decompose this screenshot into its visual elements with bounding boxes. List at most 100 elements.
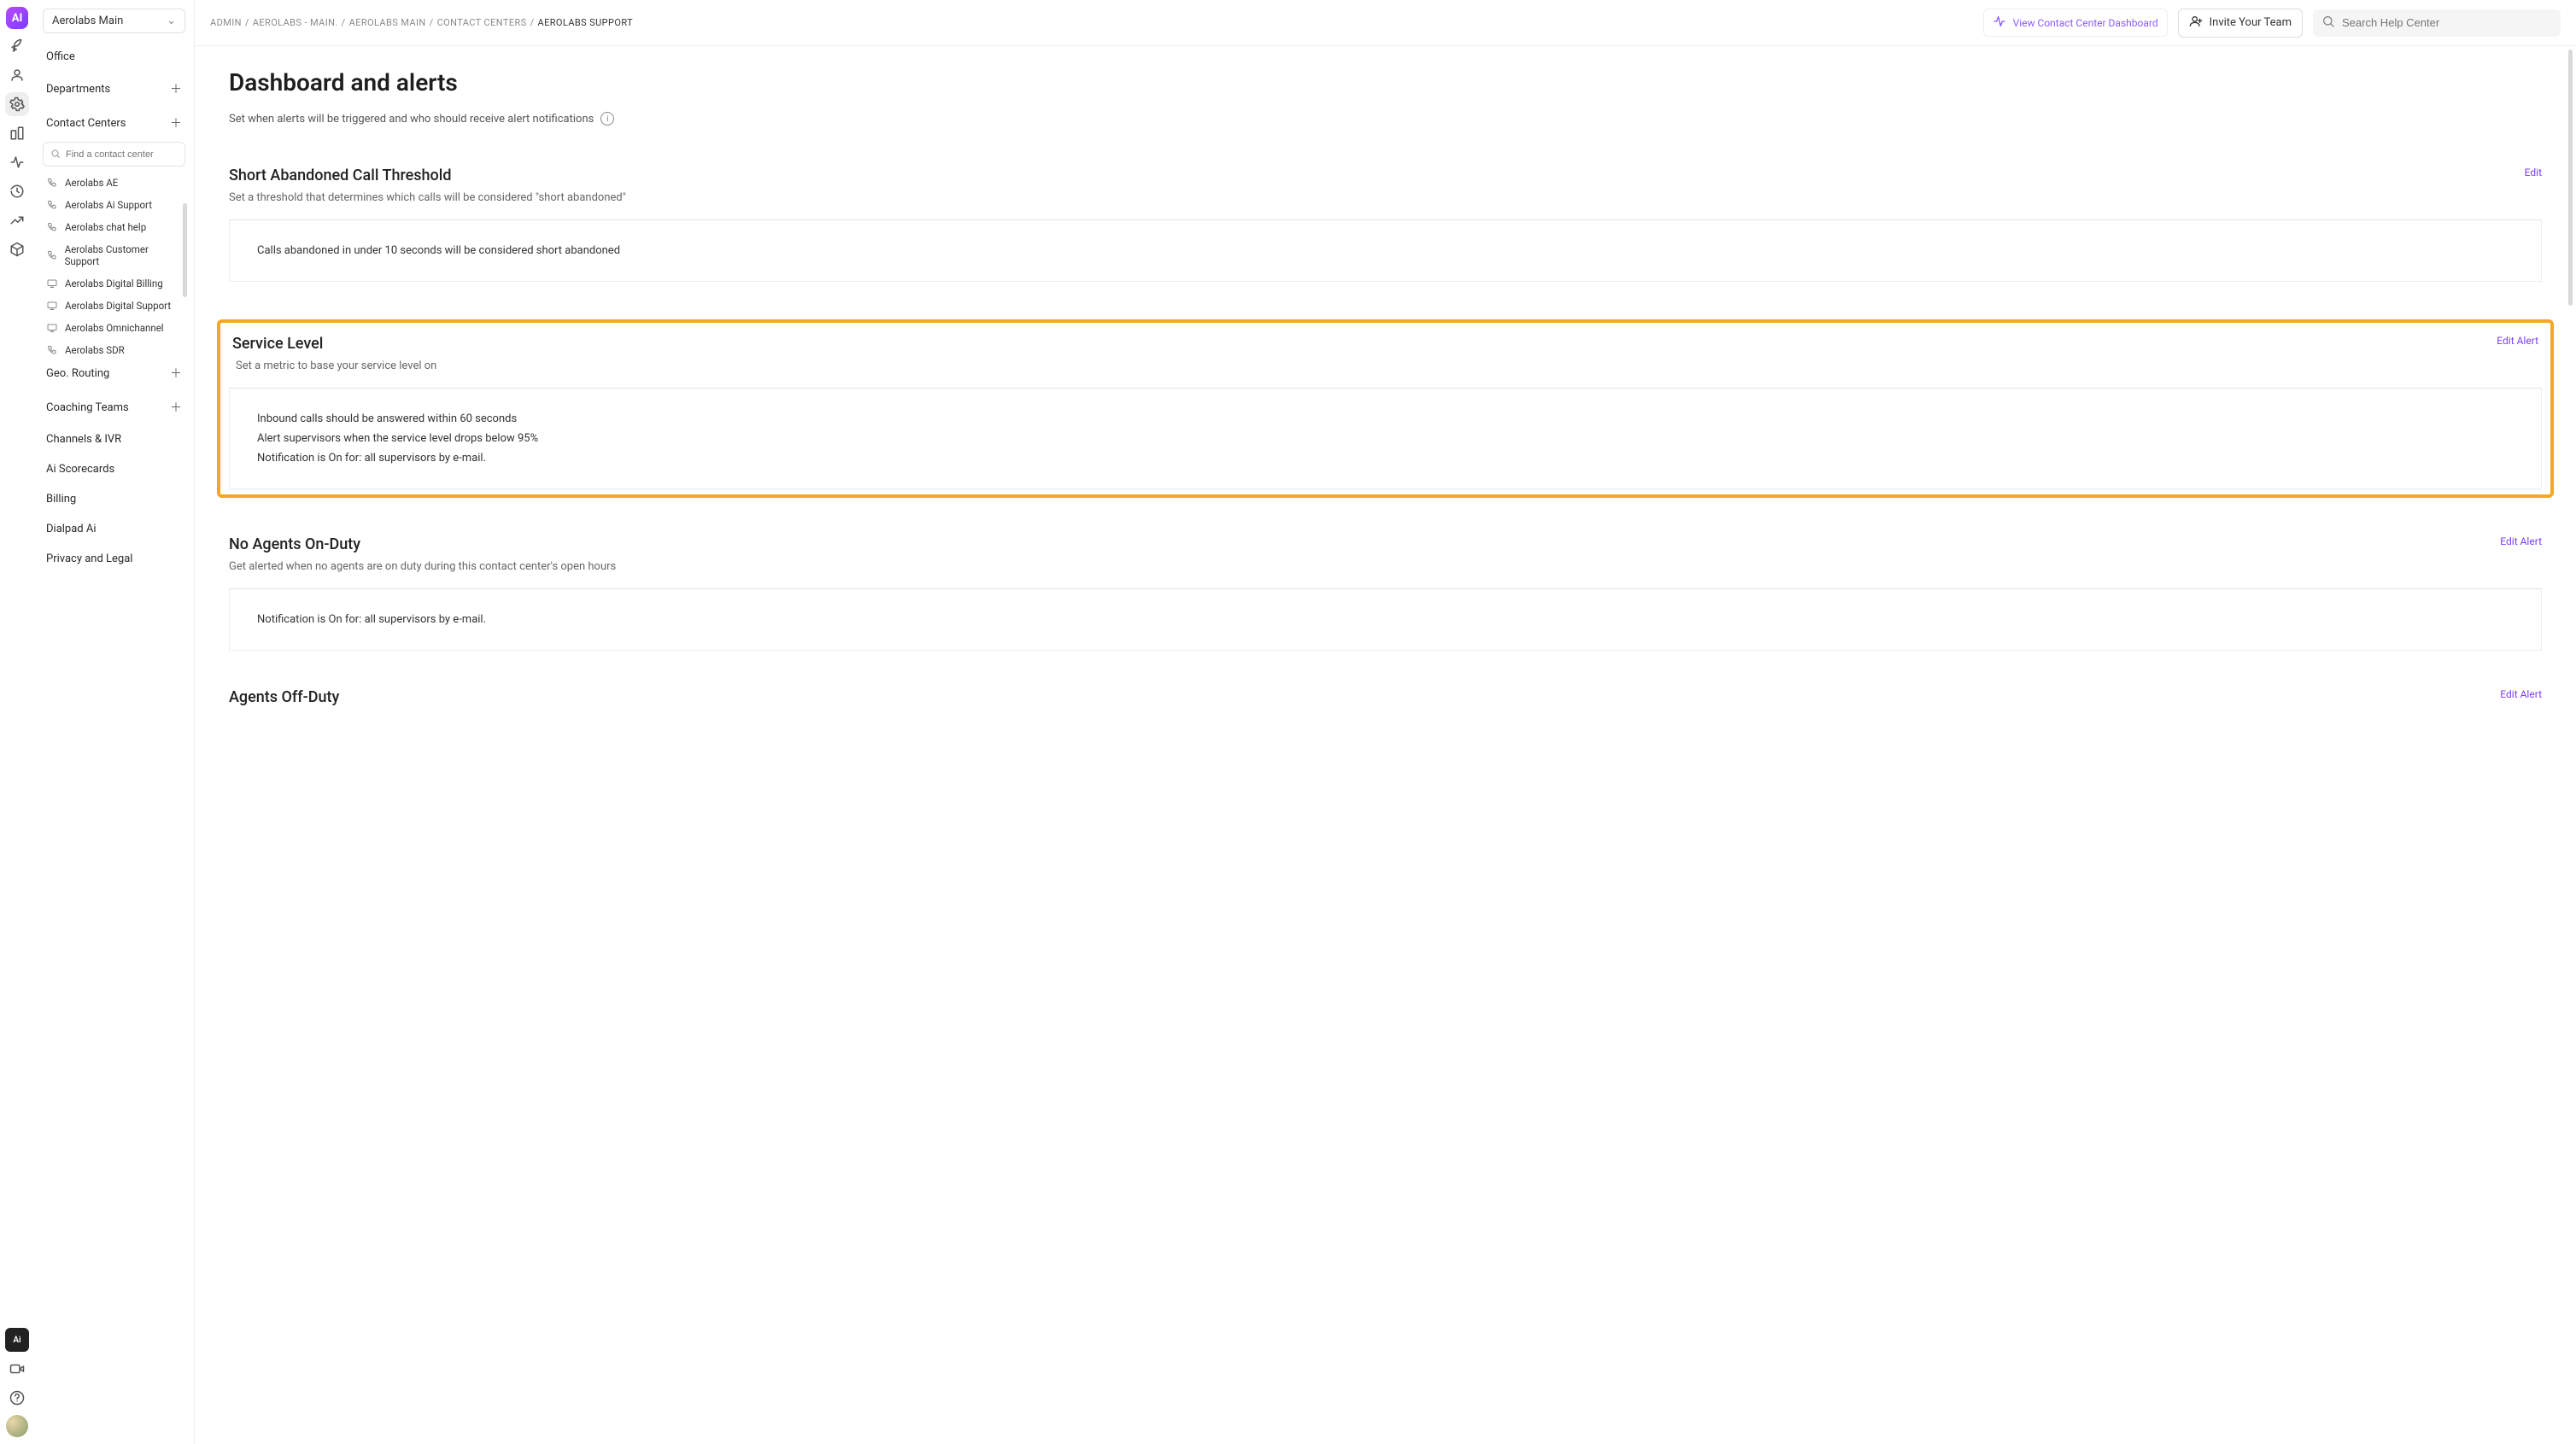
info-icon[interactable]: i: [600, 112, 614, 126]
buildings-icon[interactable]: [5, 121, 29, 145]
breadcrumb-separator: /: [430, 17, 434, 28]
monitor-icon: [46, 300, 58, 312]
ai-badge-icon[interactable]: Ai: [5, 1328, 29, 1352]
nav-channels-ivr[interactable]: Channels & IVR: [34, 424, 194, 454]
card-text: Notification is On for: all supervisors …: [257, 452, 2514, 465]
contact-center-list: Aerolabs AE Aerolabs Ai SupportAerolabs c…: [34, 170, 194, 356]
breadcrumb-segment[interactable]: ADMIN: [210, 17, 242, 28]
search-icon: [2321, 15, 2335, 32]
contact-center-item[interactable]: Aerolabs SDR: [39, 339, 189, 356]
card-text: Notification is On for: all supervisors …: [257, 613, 2514, 626]
invite-label: Invite Your Team: [2210, 16, 2292, 29]
section-desc: Set a threshold that determines which ca…: [229, 191, 626, 204]
phone-icon: [46, 249, 58, 261]
card-text: Inbound calls should be answered within …: [257, 412, 2514, 425]
section-title: No Agents On-Duty: [229, 535, 616, 553]
breadcrumb-segment[interactable]: AEROLABS - MAIN.: [253, 17, 338, 28]
help-icon[interactable]: [5, 1386, 29, 1410]
contact-center-item[interactable]: Aerolabs chat help: [39, 216, 189, 238]
contact-center-search[interactable]: [43, 142, 185, 167]
topbar: ADMIN/AEROLABS - MAIN./AEROLABS MAIN/CON…: [195, 0, 2576, 46]
monitor-icon: [46, 278, 58, 289]
sidebar: Aerolabs Main ⌄ Office Departments ＋ Con…: [34, 0, 195, 1444]
list-item-label: Aerolabs Customer Support: [65, 243, 182, 267]
contact-center-item[interactable]: Aerolabs Ai Support: [39, 194, 189, 216]
rocket-icon[interactable]: [5, 34, 29, 58]
activity-icon: [1993, 15, 2006, 31]
section-service-level: Service Level Set a metric to base your …: [217, 319, 2554, 498]
nav-label: Geo. Routing: [46, 367, 109, 380]
avatar[interactable]: [6, 1415, 28, 1437]
monitor-icon: [46, 322, 58, 334]
org-label: Aerolabs Main: [52, 15, 123, 27]
breadcrumb-separator: /: [245, 17, 249, 28]
breadcrumb-segment[interactable]: AEROLABS MAIN: [349, 17, 426, 28]
section-card: Calls abandoned in under 10 seconds will…: [229, 219, 2542, 282]
breadcrumb-separator: /: [342, 17, 346, 28]
list-item-label: Aerolabs Omnichannel: [65, 322, 164, 334]
gear-icon[interactable]: [5, 92, 29, 116]
nav-geo-routing[interactable]: Geo. Routing ＋: [34, 356, 194, 390]
nav-departments[interactable]: Departments ＋: [34, 72, 194, 106]
section-title: Short Abandoned Call Threshold: [229, 167, 626, 184]
plus-icon[interactable]: ＋: [170, 365, 182, 382]
view-dashboard-link[interactable]: View Contact Center Dashboard: [1983, 9, 2168, 37]
nav-dialpad-ai[interactable]: Dialpad Ai: [34, 514, 194, 544]
help-search-input[interactable]: [2342, 16, 2552, 29]
nav-billing[interactable]: Billing: [34, 484, 194, 514]
breadcrumb-separator: /: [530, 17, 535, 28]
plus-icon[interactable]: ＋: [170, 80, 182, 97]
contact-center-item[interactable]: Aerolabs Omnichannel: [39, 317, 189, 339]
contact-center-item[interactable]: Aerolabs AE: [39, 172, 189, 194]
edit-link[interactable]: Edit: [2525, 167, 2542, 178]
plus-icon[interactable]: ＋: [170, 399, 182, 416]
help-search[interactable]: [2313, 9, 2561, 37]
video-icon[interactable]: [5, 1357, 29, 1381]
breadcrumb-segment[interactable]: CONTACT CENTERS: [437, 17, 527, 28]
section-title: Service Level: [232, 335, 440, 353]
history-icon[interactable]: [5, 179, 29, 203]
section-card: Notification is On for: all supervisors …: [229, 588, 2542, 651]
edit-alert-link[interactable]: Edit Alert: [2500, 688, 2542, 700]
nav-office[interactable]: Office: [34, 42, 194, 72]
section-no-agents: No Agents On-Duty Get alerted when no ag…: [229, 535, 2542, 651]
chevron-down-icon: ⌄: [167, 15, 176, 27]
plus-icon[interactable]: ＋: [170, 114, 182, 132]
cube-icon[interactable]: [5, 237, 29, 261]
activity-icon[interactable]: [5, 150, 29, 174]
nav-ai-scorecards[interactable]: Ai Scorecards: [34, 454, 194, 484]
contact-center-search-input[interactable]: [66, 149, 178, 160]
org-selector[interactable]: Aerolabs Main ⌄: [43, 9, 185, 33]
nav-label: Contact Centers: [46, 117, 126, 130]
icon-rail: AI Ai: [0, 0, 34, 1444]
edit-alert-link[interactable]: Edit Alert: [2497, 335, 2538, 347]
contact-center-item[interactable]: Aerolabs Digital Support: [39, 295, 189, 317]
brand-logo[interactable]: AI: [6, 7, 28, 29]
nav-contact-centers[interactable]: Contact Centers ＋: [34, 106, 194, 140]
nav-privacy-legal[interactable]: Privacy and Legal: [34, 544, 194, 574]
list-item-label: Aerolabs AE: [65, 177, 118, 189]
page-title: Dashboard and alerts: [229, 68, 2542, 96]
trend-icon[interactable]: [5, 208, 29, 232]
person-icon[interactable]: [5, 63, 29, 87]
section-agents-off: Agents Off-Duty Edit Alert: [229, 688, 2542, 713]
edit-alert-link[interactable]: Edit Alert: [2500, 535, 2542, 547]
page-subtitle: Set when alerts will be triggered and wh…: [229, 113, 594, 126]
content: Dashboard and alerts Set when alerts wil…: [195, 46, 2576, 1444]
contact-center-item[interactable]: Aerolabs Digital Billing: [39, 272, 189, 295]
nav-coaching-teams[interactable]: Coaching Teams ＋: [34, 390, 194, 424]
contact-center-item[interactable]: Aerolabs Customer Support: [39, 238, 189, 272]
scrollbar-thumb[interactable]: [183, 203, 187, 297]
section-desc: Get alerted when no agents are on duty d…: [229, 560, 616, 573]
view-dashboard-label: View Contact Center Dashboard: [2013, 17, 2158, 29]
list-item-label: Aerolabs Digital Billing: [65, 278, 163, 289]
section-card: Inbound calls should be answered within …: [229, 388, 2542, 489]
page-subtitle-row: Set when alerts will be triggered and wh…: [229, 112, 2542, 126]
main: ADMIN/AEROLABS - MAIN./AEROLABS MAIN/CON…: [195, 0, 2576, 1444]
user-plus-icon: [2189, 15, 2203, 32]
section-desc: Set a metric to base your service level …: [232, 360, 440, 372]
content-scrollbar-thumb[interactable]: [2568, 50, 2573, 306]
list-item-label: Aerolabs Digital Support: [65, 300, 171, 312]
invite-team-button[interactable]: Invite Your Team: [2178, 9, 2303, 38]
section-short-abandoned: Short Abandoned Call Threshold Set a thr…: [229, 167, 2542, 282]
